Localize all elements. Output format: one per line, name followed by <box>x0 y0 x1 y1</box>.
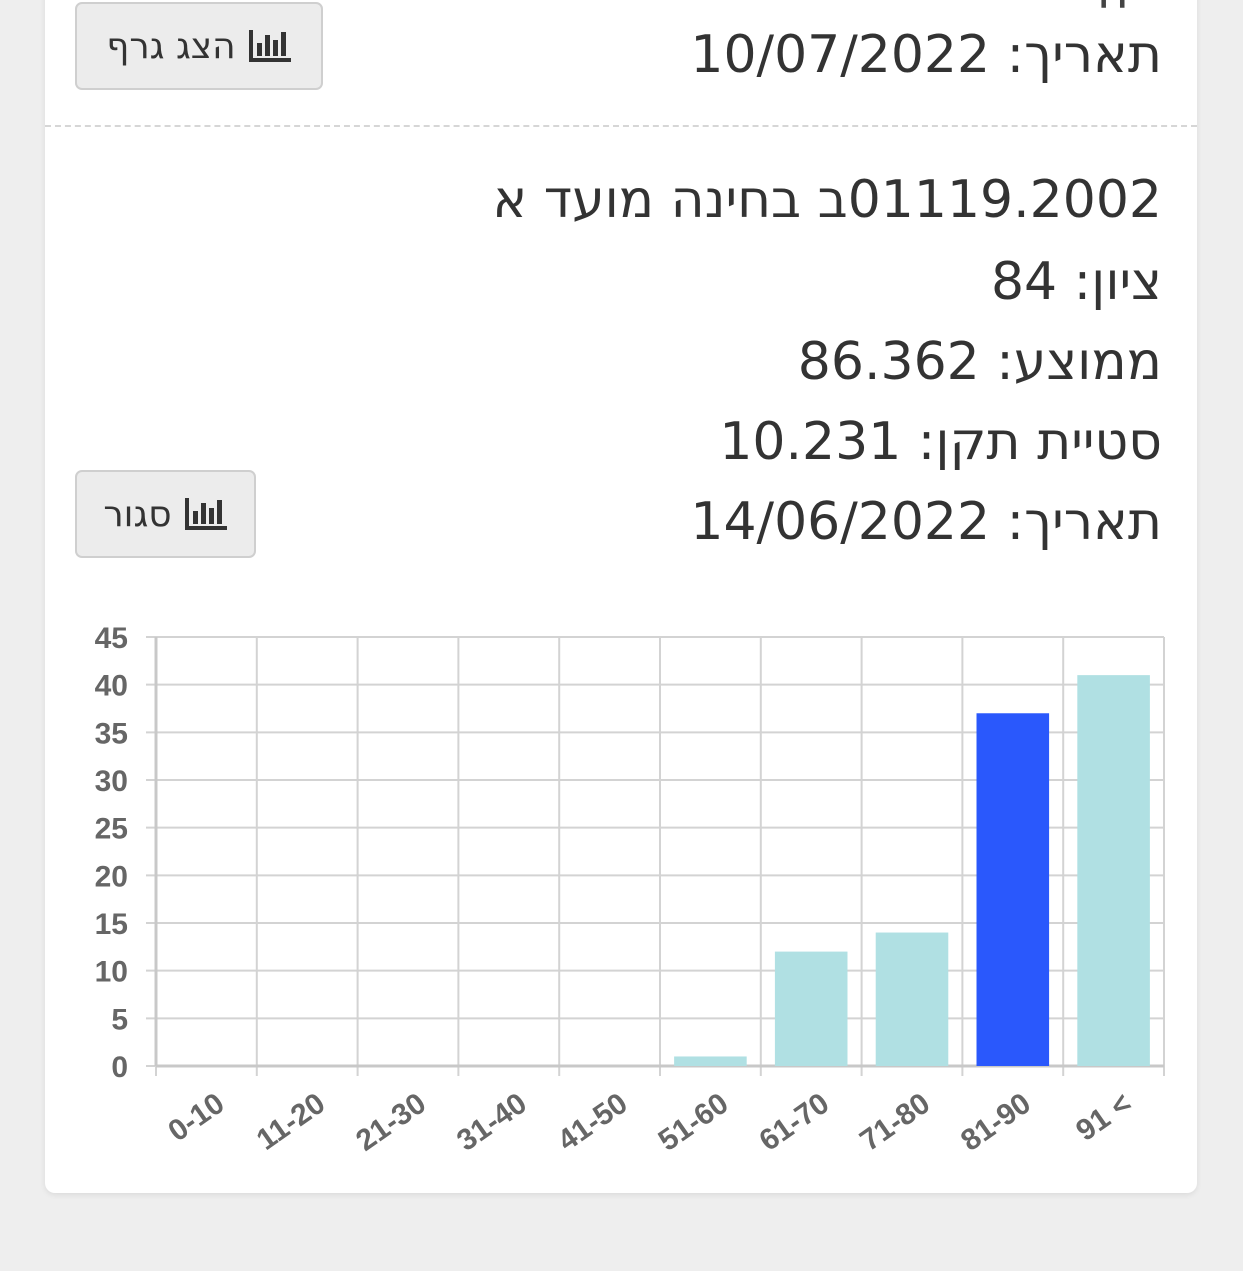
y-tick-label: 5 <box>111 1003 128 1036</box>
x-tick-label: 71-80 <box>854 1087 936 1158</box>
x-tick-label: 21-30 <box>350 1087 432 1158</box>
bar <box>674 1056 747 1066</box>
y-tick-label: 15 <box>95 908 128 941</box>
y-tick-label: 10 <box>95 956 128 989</box>
grades-card: ה תאריך: 10/07/2022 הצג גרף 01119.2002ב … <box>45 0 1197 1193</box>
grade-distribution-chart: 0 5 10 15 20 25 30 35 40 45 0-10 11-20 21-30 31-40 41-… <box>95 622 1165 1158</box>
y-tick-label: 30 <box>95 765 128 798</box>
y-tick-label: 25 <box>95 813 128 846</box>
bar <box>875 932 949 1066</box>
x-tick-label: 0-10 <box>162 1087 230 1148</box>
x-tick-label: 41-50 <box>552 1087 634 1158</box>
x-tick-label: 31-40 <box>451 1087 533 1158</box>
x-tick-label: 61-70 <box>753 1087 835 1158</box>
x-tick-label: 91 < <box>1070 1087 1137 1148</box>
bar <box>1077 675 1150 1066</box>
x-tick-label: 11-20 <box>251 1087 331 1157</box>
x-tick-label: 81-90 <box>955 1087 1037 1158</box>
bar <box>976 713 1050 1066</box>
bar <box>774 951 848 1066</box>
x-tick-label: 51-60 <box>653 1087 735 1158</box>
y-tick-label: 20 <box>95 860 128 893</box>
y-tick-label: 35 <box>95 717 128 750</box>
y-tick-label: 45 <box>95 622 128 655</box>
y-tick-label: 40 <box>95 670 128 703</box>
y-tick-label: 0 <box>111 1051 128 1084</box>
